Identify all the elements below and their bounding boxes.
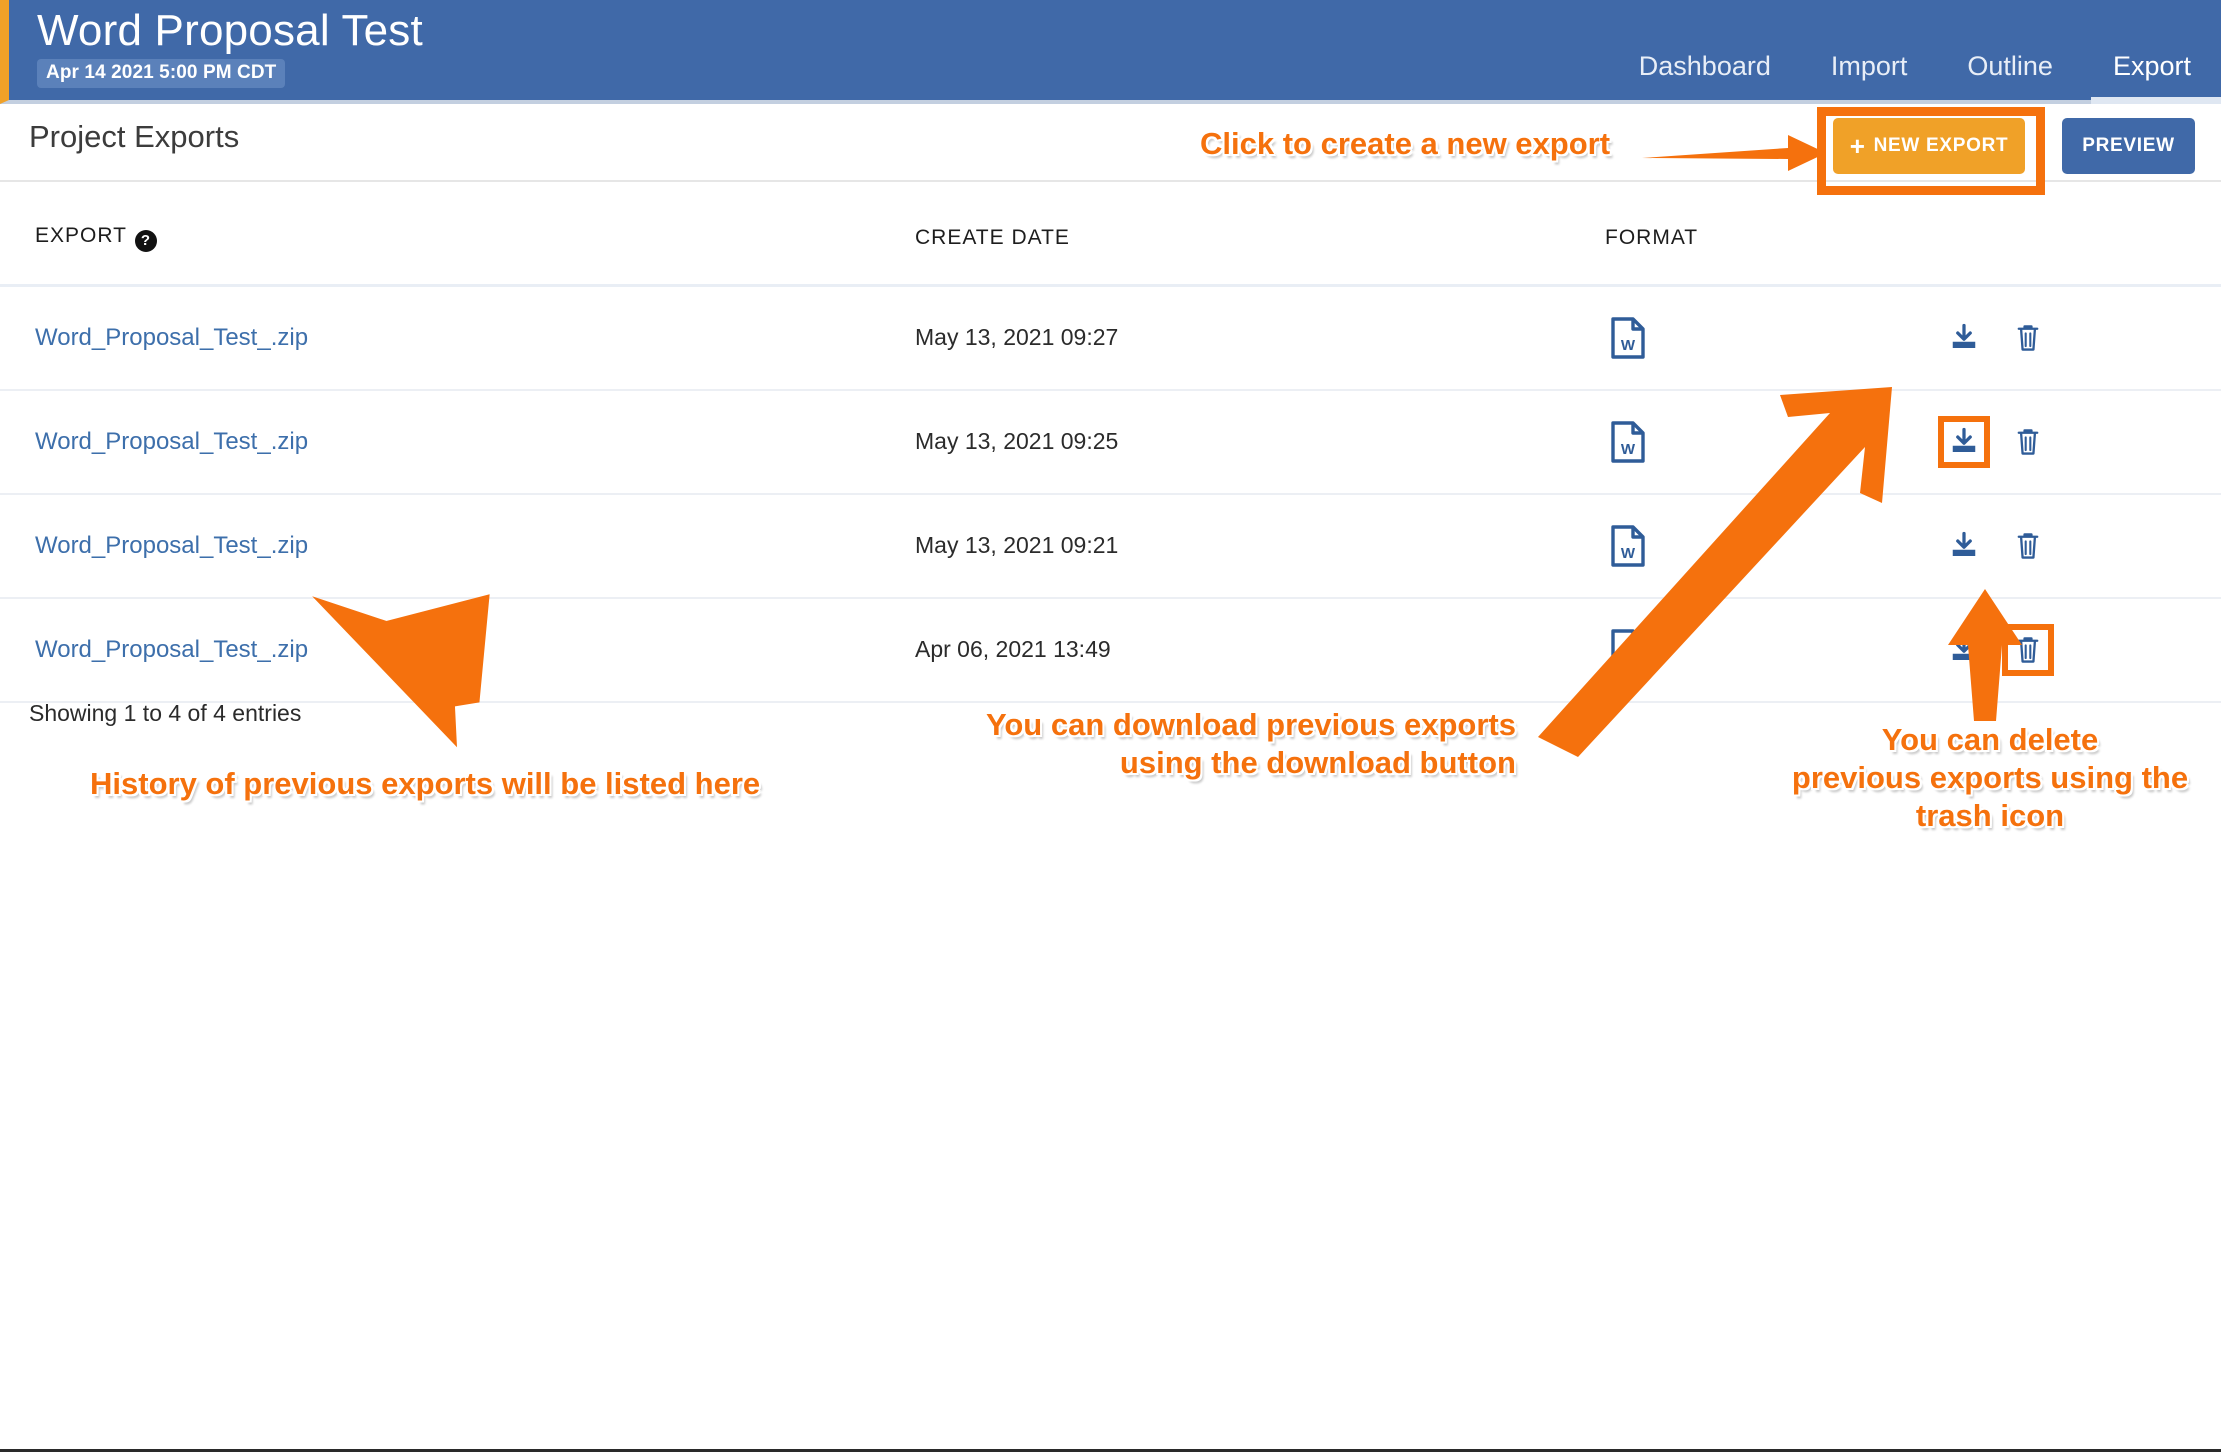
trash-icon[interactable] (2002, 623, 2054, 676)
cell-export-name: Word_Proposal_Test_.zip (0, 493, 915, 599)
table-row: Word_Proposal_Test_.zip Apr 06, 2021 13:… (0, 597, 2221, 703)
preview-button-label: PREVIEW (2082, 135, 2175, 156)
help-icon[interactable]: ? (134, 229, 157, 252)
plus-icon: + (1849, 131, 1866, 161)
cell-format: W (1605, 597, 1865, 703)
nav-item-export[interactable]: Export (2083, 0, 2221, 104)
exports-table-container: EXPORT? CREATE DATE FORMAT Word_Proposal… (0, 182, 2221, 703)
cell-format: W (1605, 493, 1865, 599)
project-title: Word Proposal Test (37, 6, 423, 55)
main-navigation: Dashboard Import Outline Export (1609, 0, 2221, 104)
table-row: Word_Proposal_Test_.zip May 13, 2021 09:… (0, 285, 2221, 391)
nav-item-import[interactable]: Import (1801, 0, 1938, 104)
download-icon[interactable] (1943, 525, 1985, 567)
cell-export-name: Word_Proposal_Test_.zip (0, 597, 915, 703)
cell-actions (1865, 493, 2221, 599)
annotation-history-text: History of previous exports will be list… (90, 766, 761, 801)
exports-table-header: EXPORT? CREATE DATE FORMAT (0, 182, 2221, 287)
new-export-button[interactable]: + NEW EXPORT (1833, 118, 2025, 174)
nav-item-outline[interactable]: Outline (1937, 0, 2083, 104)
cell-create-date: May 13, 2021 09:25 (915, 389, 1605, 495)
annotation-download-text: You can download previous exports using … (986, 707, 1516, 780)
table-row: Word_Proposal_Test_.zip May 13, 2021 09:… (0, 493, 2221, 599)
column-header-export[interactable]: EXPORT? (0, 182, 915, 287)
word-document-icon: W (1605, 316, 1865, 359)
cell-create-date: May 13, 2021 09:27 (915, 285, 1605, 391)
download-icon[interactable] (1943, 317, 1985, 359)
cell-create-date: May 13, 2021 09:21 (915, 493, 1605, 599)
nav-item-dashboard[interactable]: Dashboard (1609, 0, 1801, 104)
page-toolbar: Project Exports + NEW EXPORT PREVIEW (0, 104, 2221, 182)
download-icon[interactable] (1943, 629, 1985, 671)
exports-table-body: Word_Proposal_Test_.zip May 13, 2021 09:… (0, 285, 2221, 703)
svg-text:W: W (1621, 441, 1636, 458)
project-due-date-badge: Apr 14 2021 5:00 PM CDT (37, 59, 286, 89)
cell-format: W (1605, 285, 1865, 391)
word-document-icon: W (1605, 420, 1865, 463)
cell-actions (1865, 285, 2221, 391)
trash-icon[interactable] (2007, 421, 2049, 463)
preview-button[interactable]: PREVIEW (2062, 118, 2195, 174)
project-brand: Word Proposal Test Apr 14 2021 5:00 PM C… (37, 6, 423, 89)
export-page: Word Proposal Test Apr 14 2021 5:00 PM C… (0, 0, 2221, 1452)
app-header: Word Proposal Test Apr 14 2021 5:00 PM C… (0, 0, 2221, 104)
page-title: Project Exports (29, 119, 240, 154)
export-file-link[interactable]: Word_Proposal_Test_.zip (35, 636, 308, 663)
trash-icon[interactable] (2007, 525, 2049, 567)
column-header-format[interactable]: FORMAT (1605, 182, 1865, 287)
table-summary: Showing 1 to 4 of 4 entries (29, 700, 302, 726)
table-header-row: EXPORT? CREATE DATE FORMAT (0, 182, 2221, 287)
download-icon[interactable] (1938, 415, 1990, 468)
export-file-link[interactable]: Word_Proposal_Test_.zip (35, 428, 308, 455)
word-document-icon: W (1605, 524, 1865, 567)
column-header-export-label: EXPORT (35, 224, 127, 247)
export-file-link[interactable]: Word_Proposal_Test_.zip (35, 532, 308, 559)
table-row: Word_Proposal_Test_.zip May 13, 2021 09:… (0, 389, 2221, 495)
cell-create-date: Apr 06, 2021 13:49 (915, 597, 1605, 703)
cell-export-name: Word_Proposal_Test_.zip (0, 285, 915, 391)
svg-text:W: W (1621, 337, 1636, 354)
cell-format: W (1605, 389, 1865, 495)
svg-text:W: W (1621, 649, 1636, 666)
column-header-actions (1865, 182, 2221, 287)
cell-export-name: Word_Proposal_Test_.zip (0, 389, 915, 495)
svg-text:W: W (1621, 545, 1636, 562)
column-header-create-date[interactable]: CREATE DATE (915, 182, 1605, 287)
cell-actions (1865, 389, 2221, 495)
annotation-delete-text: You can delete previous exports using th… (1791, 722, 2189, 833)
export-file-link[interactable]: Word_Proposal_Test_.zip (35, 324, 308, 351)
cell-actions (1865, 597, 2221, 703)
exports-table: EXPORT? CREATE DATE FORMAT Word_Proposal… (0, 182, 2221, 703)
word-document-icon: W (1605, 628, 1865, 671)
trash-icon[interactable] (2007, 317, 2049, 359)
new-export-button-label: NEW EXPORT (1873, 135, 2009, 156)
